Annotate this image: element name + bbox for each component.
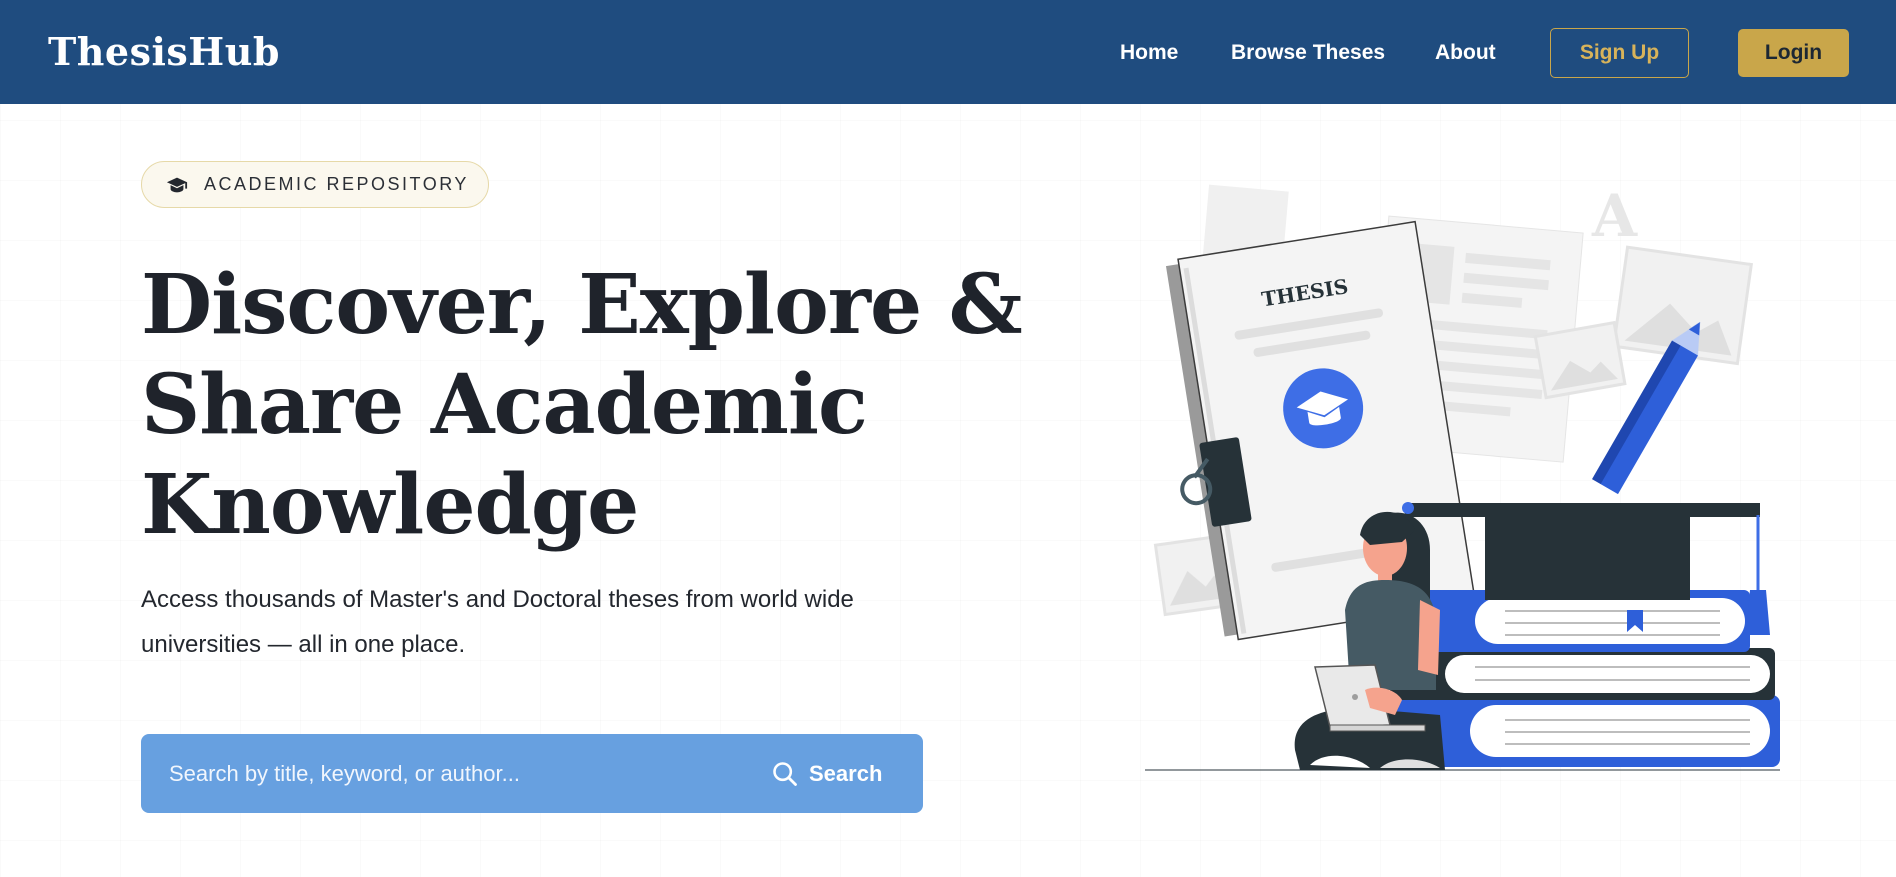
book-stack — [1390, 590, 1780, 767]
brand-logo[interactable]: ThesisHub — [48, 24, 280, 80]
academic-repository-badge: ACADEMIC REPOSITORY — [141, 161, 489, 208]
illustration-letter: A — [1591, 182, 1638, 250]
search-input[interactable] — [169, 752, 749, 796]
hero-title-line: Share Academic — [141, 357, 868, 453]
binder-clip — [1180, 437, 1252, 527]
search-icon — [773, 762, 797, 786]
hero-subtitle: Access thousands of Master's and Doctora… — [141, 586, 854, 658]
hero-title-line: Knowledge — [141, 457, 639, 553]
graduation-cap-icon — [166, 177, 188, 192]
hero-title: Discover, Explore & Share Academic Knowl… — [141, 255, 1023, 555]
search-button-label: Search — [809, 761, 883, 786]
search-button[interactable]: Search — [771, 752, 901, 796]
search-bar: Search — [141, 734, 923, 813]
navbar: ThesisHub Home Browse Theses About Sign … — [0, 0, 1896, 104]
badge-label: ACADEMIC REPOSITORY — [204, 174, 469, 194]
hero-title-line: Discover, Explore & — [141, 257, 1023, 353]
sign-up-button[interactable]: Sign Up — [1550, 28, 1689, 78]
nav-link-browse-theses[interactable]: Browse Theses — [1231, 36, 1385, 70]
hero-illustration: A THESIS — [1145, 182, 1780, 771]
nav-link-about[interactable]: About — [1435, 36, 1496, 70]
nav-link-home[interactable]: Home — [1120, 36, 1178, 70]
login-button[interactable]: Login — [1738, 29, 1849, 77]
